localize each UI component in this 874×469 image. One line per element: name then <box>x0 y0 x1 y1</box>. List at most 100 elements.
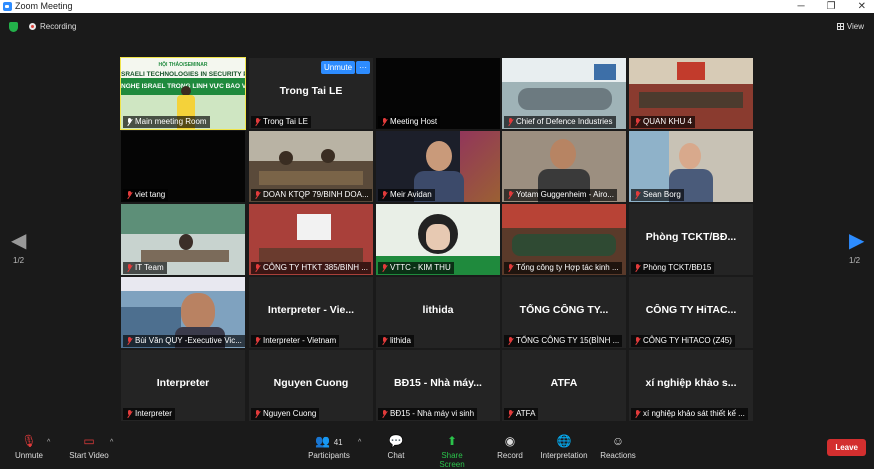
globe-icon: 🌐 <box>556 434 572 448</box>
video-tile[interactable]: Bùi Văn QUY -Executive Vic... <box>121 277 245 348</box>
reactions-icon: ☺ <box>611 434 625 448</box>
participant-name-label: TỔNG CÔNG TY 15(BÌNH ... <box>504 335 623 347</box>
video-tile[interactable]: CÔNG TY HTKT 385/BINH ... <box>249 204 373 275</box>
banner-title: HỘI THẢO/SEMINAR <box>158 62 208 68</box>
muted-microphone-icon: 🎙 <box>21 434 37 448</box>
participant-name-label: VTTC - KIM THU <box>378 262 454 274</box>
video-tile[interactable]: Sean Borg <box>629 131 753 202</box>
participant-title: TỔNG CÔNG TY... <box>519 304 609 316</box>
leave-button[interactable]: Leave <box>827 439 866 456</box>
video-tile[interactable]: VTTC - KIM THU <box>376 204 500 275</box>
participant-title: CÔNG TY HiTAC... <box>645 304 737 316</box>
participant-name-label: QUAN KHU 4 <box>631 116 695 128</box>
video-tile[interactable]: Nguyen Cuong Nguyen Cuong <box>249 350 373 421</box>
participant-name-label: Phòng TCKT/BĐ15 <box>631 262 715 274</box>
participant-name-label: IT Team <box>123 262 167 274</box>
meeting-toolbar: 🎙 Unmute ^ ▭ Start Video ^ 👥 41 Particip… <box>0 430 874 469</box>
participant-name-label: Tổng công ty Hợp tác kinh ... <box>504 262 622 274</box>
participants-button[interactable]: 👥 41 Participants <box>307 434 351 460</box>
participant-name-label: Chief of Defence Industries <box>504 116 616 128</box>
video-tile[interactable]: Yotam Guggenheim - Airo... <box>502 131 626 202</box>
muted-mic-icon <box>507 410 514 418</box>
video-tile[interactable]: viet tang <box>121 131 245 202</box>
participant-title: Interpreter - Vie... <box>267 304 355 316</box>
participant-name-label: lithida <box>378 335 414 347</box>
participant-title: ATFA <box>550 377 578 389</box>
muted-mic-icon <box>507 191 514 199</box>
video-tile[interactable]: IT Team <box>121 204 245 275</box>
start-video-button[interactable]: ▭ Start Video <box>66 434 112 460</box>
share-screen-icon: ⬆ <box>446 434 458 448</box>
record-button[interactable]: ◉ Record <box>496 434 524 460</box>
video-tile[interactable]: Chief of Defence Industries <box>502 58 626 129</box>
muted-mic-icon <box>381 410 388 418</box>
next-page-arrow-icon[interactable]: ▶ <box>849 228 864 253</box>
audio-options-caret[interactable]: ^ <box>47 439 50 446</box>
participant-name-label: DOAN KTQP 79/BINH DOA... <box>251 189 372 201</box>
video-tile[interactable]: Meir Avidan <box>376 131 500 202</box>
unmute-button[interactable]: 🎙 Unmute <box>12 434 46 460</box>
participant-title: Trong Tai LE <box>279 85 343 97</box>
participant-name-label: Bùi Văn QUY -Executive Vic... <box>123 335 245 347</box>
muted-mic-icon <box>634 337 641 345</box>
page-indicator-left: 1/2 <box>13 256 25 265</box>
participant-title: Phòng TCKT/BĐ... <box>645 231 737 243</box>
video-tile[interactable]: Interpreter Interpreter <box>121 350 245 421</box>
participants-icon: 👥 41 <box>315 434 343 448</box>
video-off-icon: ▭ <box>83 434 95 448</box>
participant-name-label: viet tang <box>123 189 169 201</box>
video-options-caret[interactable]: ^ <box>110 439 113 446</box>
chat-button[interactable]: 💬 Chat <box>384 434 408 460</box>
muted-mic-icon <box>381 118 388 126</box>
participant-name-label: Meeting Host <box>378 116 441 128</box>
participants-options-caret[interactable]: ^ <box>358 439 361 446</box>
muted-mic-icon <box>126 264 133 272</box>
participant-title: lithida <box>422 304 454 316</box>
unmute-participant-button[interactable]: Unmute <box>321 61 356 74</box>
video-tile[interactable]: Tổng công ty Hợp tác kinh ... <box>502 204 626 275</box>
video-tile[interactable]: HỘI THẢO/SEMINAR SRAELI TECHNOLOGIES IN … <box>120 57 246 130</box>
participant-name-label: Interpreter <box>123 408 175 420</box>
previous-page-arrow-icon[interactable]: ◀ <box>11 228 26 253</box>
video-tile[interactable]: Meeting Host <box>376 58 500 129</box>
video-tile[interactable]: TỔNG CÔNG TY... TỔNG CÔNG TY 15(BÌNH ... <box>502 277 626 348</box>
participant-name-label: Yotam Guggenheim - Airo... <box>504 189 617 201</box>
participant-name-label: Trong Tai LE <box>251 116 311 128</box>
participant-title: Interpreter <box>156 377 210 389</box>
muted-mic-icon <box>254 410 261 418</box>
participant-name-label: ATFA <box>504 408 539 420</box>
muted-mic-icon <box>381 191 388 199</box>
participant-title: xí nghiệp khảo s... <box>645 377 737 389</box>
muted-mic-icon <box>126 191 133 199</box>
more-options-button[interactable]: ··· <box>356 61 370 74</box>
muted-mic-icon <box>507 118 514 126</box>
participant-title: BĐ15 - Nhà máy... <box>394 377 482 389</box>
video-tile[interactable]: Interpreter - Vie... Interpreter - Vietn… <box>249 277 373 348</box>
muted-mic-icon <box>254 337 261 345</box>
participant-name-label: Nguyen Cuong <box>251 408 320 420</box>
reactions-button[interactable]: ☺ Reactions <box>600 434 636 460</box>
muted-mic-icon <box>634 410 641 418</box>
video-tile[interactable]: lithida lithida <box>376 277 500 348</box>
video-tile[interactable]: QUAN KHU 4 <box>629 58 753 129</box>
record-icon: ◉ <box>504 434 516 448</box>
muted-mic-icon <box>634 118 641 126</box>
page-indicator-right: 1/2 <box>849 256 861 265</box>
video-tile[interactable]: ATFA ATFA <box>502 350 626 421</box>
muted-mic-icon <box>254 191 261 199</box>
video-tile[interactable]: xí nghiệp khảo s... xí nghiệp khảo sát t… <box>629 350 753 421</box>
chat-icon: 💬 <box>388 434 404 448</box>
participant-name-label: CÔNG TY HiTACO (Z45) <box>631 335 735 347</box>
participant-name-label: Meir Avidan <box>378 189 435 201</box>
video-tile[interactable]: Phòng TCKT/BĐ... Phòng TCKT/BĐ15 <box>629 204 753 275</box>
participant-name-label: Sean Borg <box>631 189 684 201</box>
video-tile[interactable]: BĐ15 - Nhà máy... BĐ15 - Nhà máy vi sinh <box>376 350 500 421</box>
video-tile[interactable]: DOAN KTQP 79/BINH DOA... <box>249 131 373 202</box>
pin-icon <box>126 118 133 126</box>
muted-mic-icon <box>507 264 514 272</box>
gallery-grid: HỘI THẢO/SEMINAR SRAELI TECHNOLOGIES IN … <box>0 0 874 430</box>
video-tile[interactable]: CÔNG TY HiTAC... CÔNG TY HiTACO (Z45) <box>629 277 753 348</box>
muted-mic-icon <box>634 191 641 199</box>
muted-mic-icon <box>126 410 133 418</box>
interpretation-button[interactable]: 🌐 Interpretation <box>539 434 589 460</box>
